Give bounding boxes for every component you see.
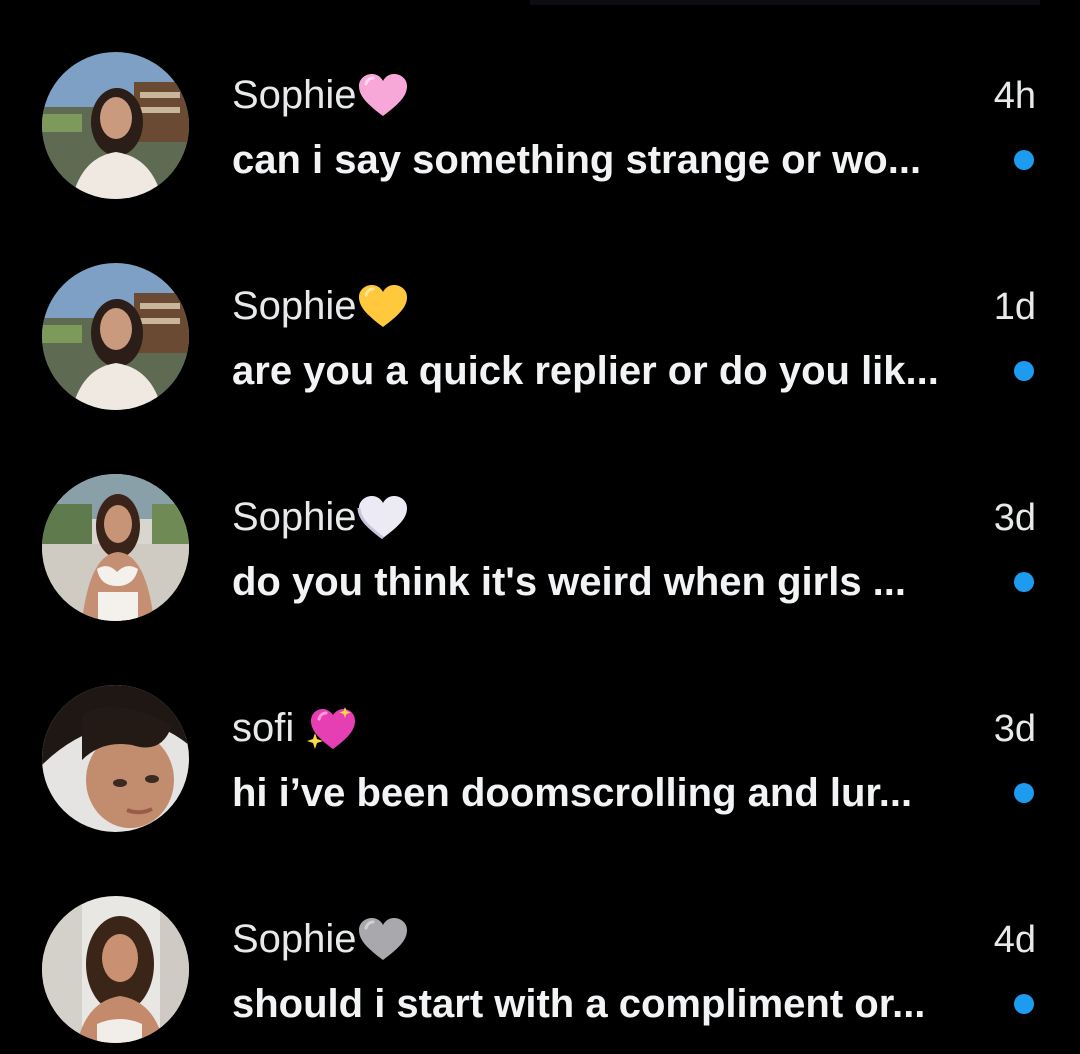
avatar-photo xyxy=(42,52,189,199)
thread-timestamp: 4h xyxy=(993,75,1036,117)
avatar[interactable] xyxy=(42,685,189,832)
message-thread[interactable]: Sophie 4h can i say something strange or… xyxy=(0,0,1080,210)
unread-indicator-dot xyxy=(1014,150,1034,170)
message-thread[interactable]: Sophie 1d are you a quick replier or do … xyxy=(0,211,1080,421)
grey-heart-icon xyxy=(357,916,409,962)
contact-name: Sophie xyxy=(232,492,409,542)
avatar[interactable] xyxy=(42,52,189,199)
unread-indicator-dot xyxy=(1014,572,1034,592)
message-preview: can i say something strange or wo... xyxy=(232,138,922,182)
message-thread[interactable]: Sophie 4d should i start with a complime… xyxy=(0,844,1080,1054)
message-thread[interactable]: Sophie 3d do you think it's weird when g… xyxy=(0,422,1080,632)
avatar-photo xyxy=(42,685,189,832)
thread-timestamp: 3d xyxy=(993,708,1036,750)
avatar-photo xyxy=(42,896,189,1043)
contact-name-text: sofi xyxy=(232,706,306,750)
contact-name: Sophie xyxy=(232,281,409,331)
pink-heart-icon xyxy=(357,72,409,118)
message-thread[interactable]: sofi 3d hi i’ve been doomscrolling and l… xyxy=(0,633,1080,843)
unread-indicator-dot xyxy=(1014,994,1034,1014)
avatar-photo xyxy=(42,474,189,621)
contact-name: Sophie xyxy=(232,914,409,964)
unread-indicator-dot xyxy=(1014,783,1034,803)
thread-timestamp: 4d xyxy=(993,919,1036,961)
contact-name-text: Sophie xyxy=(232,73,357,117)
contact-name-text: Sophie xyxy=(232,284,357,328)
contact-name: sofi xyxy=(232,703,357,753)
thread-timestamp: 3d xyxy=(993,497,1036,539)
message-preview: hi i’ve been doomscrolling and lur... xyxy=(232,771,913,815)
sparkling-heart-icon xyxy=(305,705,357,751)
message-preview: should i start with a compliment or... xyxy=(232,982,926,1026)
avatar[interactable] xyxy=(42,263,189,410)
yellow-heart-icon xyxy=(357,283,409,329)
message-preview: do you think it's weird when girls ... xyxy=(232,560,907,604)
message-thread-list: Sophie 4h can i say something strange or… xyxy=(0,0,1080,1052)
unread-indicator-dot xyxy=(1014,361,1034,381)
avatar-photo xyxy=(42,263,189,410)
contact-name-text: Sophie xyxy=(232,917,357,961)
contact-name-text: Sophie xyxy=(232,495,357,539)
contact-name: Sophie xyxy=(232,70,409,120)
avatar[interactable] xyxy=(42,896,189,1043)
thread-timestamp: 1d xyxy=(993,286,1036,328)
white-heart-icon xyxy=(357,494,409,540)
avatar[interactable] xyxy=(42,474,189,621)
message-preview: are you a quick replier or do you lik... xyxy=(232,349,939,393)
